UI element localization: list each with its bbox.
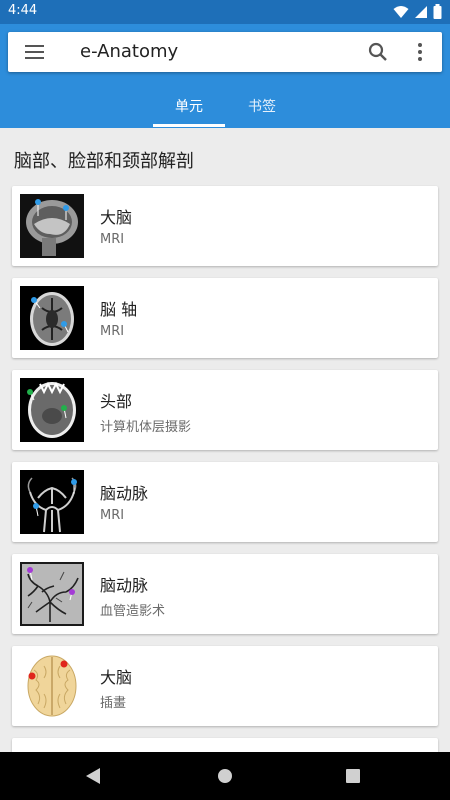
item-subtitle: 计算机体层摄影: [100, 420, 192, 435]
app-title: e-Anatomy: [80, 41, 179, 62]
list-item[interactable]: 头部 计算机体层摄影: [12, 370, 438, 450]
status-icons: [393, 4, 442, 19]
item-title: 脳 轴: [100, 300, 138, 319]
brain-mri-axial-thumbnail: [20, 286, 84, 350]
hamburger-menu-icon: [25, 45, 44, 59]
cerebral-angiography-thumbnail: [20, 562, 84, 626]
item-subtitle: MRI: [100, 508, 125, 523]
brain-illustration-thumbnail: [20, 654, 84, 718]
item-subtitle: 插畫: [100, 696, 127, 711]
battery-icon: [433, 4, 442, 19]
tab-units[interactable]: 单元: [153, 94, 225, 128]
item-title: 大脑: [100, 668, 133, 687]
item-title: 大脑: [100, 208, 133, 227]
status-bar: 4:44: [0, 0, 450, 24]
item-subtitle: MRI: [100, 232, 125, 247]
more-options-button[interactable]: [410, 40, 430, 64]
cerebral-arteries-mri-thumbnail: [20, 470, 84, 534]
head-ct-thumbnail: [20, 378, 84, 442]
tab-bookmarks[interactable]: 书签: [226, 94, 298, 128]
list-item[interactable]: 大脑 MRI: [12, 186, 438, 266]
app-bar: e-Anatomy 单元 书签: [0, 24, 450, 128]
home-icon[interactable]: [217, 768, 233, 784]
item-subtitle: 血管造影术: [100, 604, 166, 619]
list-item[interactable]: 大脑 插畫: [12, 646, 438, 726]
back-icon[interactable]: [84, 766, 102, 786]
list-item[interactable]: 脳 轴 MRI: [12, 278, 438, 358]
status-time: 4:44: [8, 3, 38, 18]
item-title: 脑动脉: [100, 576, 149, 595]
system-navigation-bar: [0, 752, 450, 800]
tab-indicator: [153, 124, 225, 127]
list-item[interactable]: 脑动脉 MRI: [12, 462, 438, 542]
item-title: 头部: [100, 392, 133, 411]
list-item[interactable]: 脑动脉 血管造影术: [12, 554, 438, 634]
signal-icon: [415, 5, 427, 18]
recents-icon[interactable]: [346, 769, 360, 783]
more-vert-icon: [418, 43, 422, 61]
item-title: 脑动脉: [100, 484, 149, 503]
section-title: 脑部、脸部和颈部解剖: [14, 151, 194, 172]
tab-bookmarks-label: 书签: [248, 99, 276, 115]
module-list: 大脑 MRI 脳 轴 MRI 头部 计算机体层摄影 脑动脉 MRI 脑动脉 血管…: [12, 186, 438, 770]
search-button[interactable]: [366, 40, 390, 64]
menu-button[interactable]: [22, 40, 48, 64]
item-subtitle: MRI: [100, 324, 125, 339]
top-search-bar: e-Anatomy: [8, 32, 442, 72]
brain-mri-sagittal-thumbnail: [20, 194, 84, 258]
wifi-icon: [393, 5, 409, 18]
tab-units-label: 单元: [175, 99, 203, 115]
search-icon: [368, 42, 387, 61]
